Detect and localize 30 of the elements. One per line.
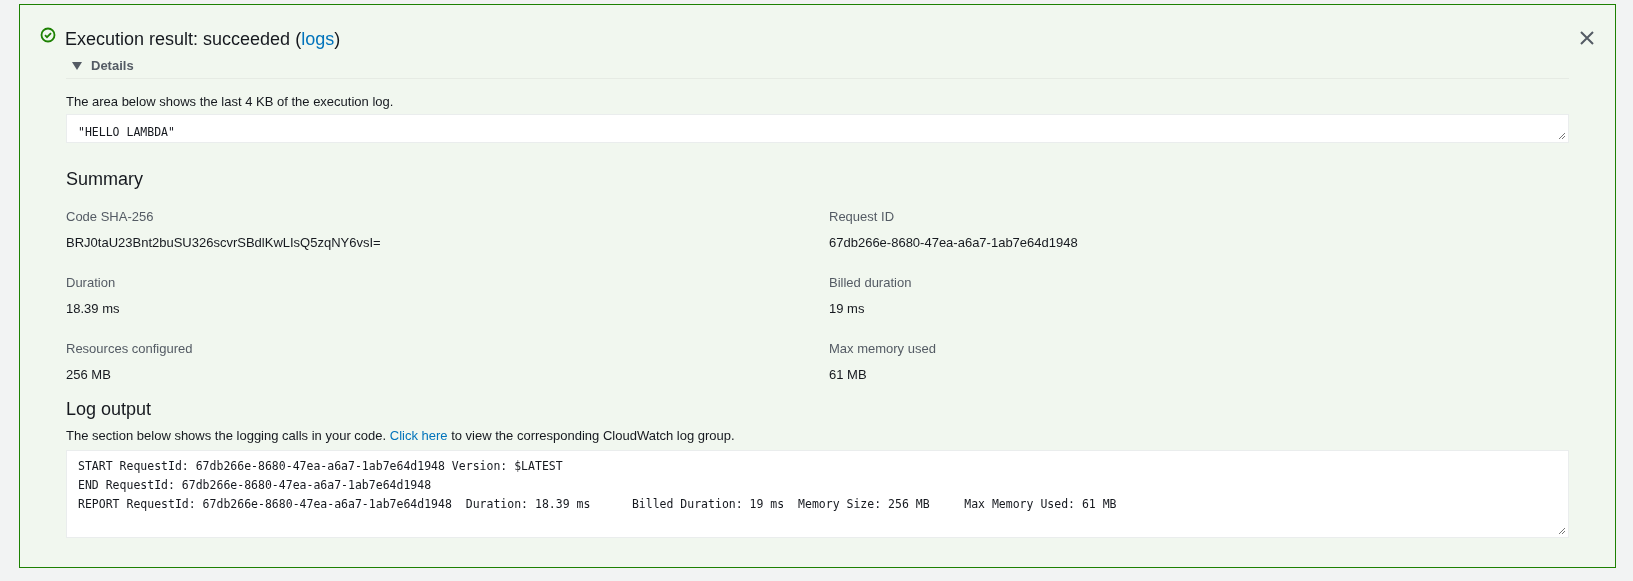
log-line: START RequestId: 67db266e-8680-47ea-a6a7-1ab7e64d1948 Version: $LATEST [78, 458, 564, 475]
summary-value: 18.39 ms [66, 301, 121, 316]
resize-grip-icon[interactable] [1558, 132, 1566, 140]
log-line: REPORT RequestId: 67db266e-8680-47ea-a6a7-1ab7e64d1948 Duration: 18.39 ms Billed Duration: 19 ms Memory Size: 256 MB Max Memory Used: 61 MB [78, 496, 1118, 513]
summary-label: Duration [66, 275, 117, 290]
execution-output-field[interactable]: "HELLO LAMBDA" [66, 114, 1569, 143]
summary-value: 67db266e-8680-47ea-a6a7-1ab7e64d1948 [829, 235, 1079, 250]
summary-value: 256 MB [66, 367, 112, 382]
details-toggle[interactable]: Details [72, 58, 134, 73]
summary-label: Billed duration [829, 275, 913, 290]
logs-link[interactable]: logs [301, 29, 335, 49]
summary-value: BRJ0taU23Bnt2buSU326scvrSBdlKwLIsQ5zqNY6vsI= [66, 235, 382, 250]
resize-grip-icon[interactable] [1558, 527, 1566, 535]
summary-label: Max memory used [829, 341, 937, 356]
log-output-description: The section below shows the logging calls in your code. Click here to view the corresponding CloudWatch log group. [66, 428, 736, 443]
triangle-icon [72, 60, 82, 71]
log-line: END RequestId: 67db266e-8680-47ea-a6a7-1ab7e64d1948 [78, 477, 433, 494]
summary-label: Resources configured [66, 341, 194, 356]
close-icon[interactable] [1579, 29, 1595, 46]
success-icon [40, 26, 56, 43]
summary-heading: Summary [66, 169, 144, 190]
summary-label: Request ID [829, 209, 896, 224]
log-output-heading: Log output [66, 399, 153, 420]
log-output-field[interactable] [66, 450, 1569, 538]
click-here-link[interactable]: Click here [389, 428, 448, 443]
summary-value: 61 MB [829, 367, 868, 382]
details-description: The area below shows the last 4 KB of the execution log. [66, 94, 395, 109]
summary-label: Code SHA-256 [66, 209, 155, 224]
summary-value: 19 ms [829, 301, 866, 316]
result-title: Execution result: succeeded (logs) [65, 28, 342, 50]
